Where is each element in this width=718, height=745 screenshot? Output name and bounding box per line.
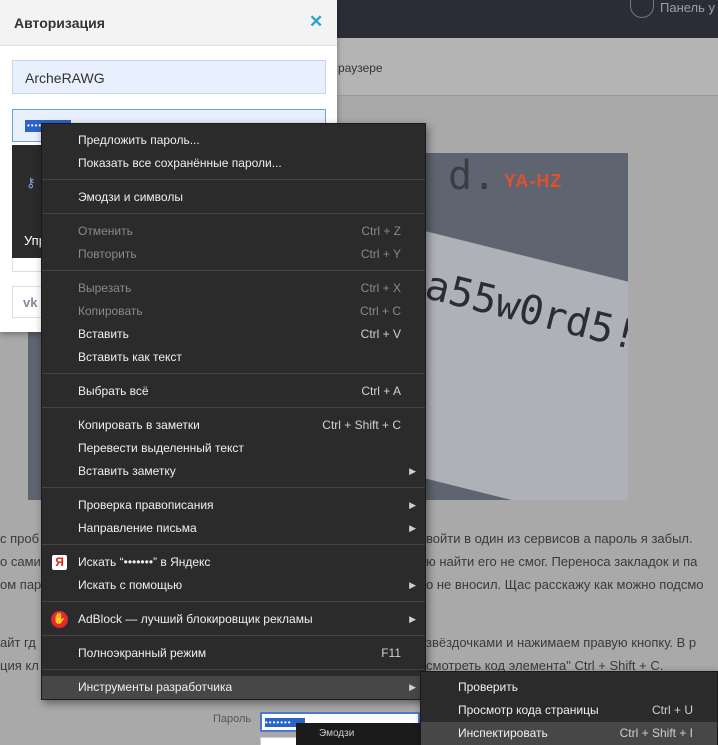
submenu-arrow-icon: ▶ [409,580,416,590]
menu-item-label: Вставить как текст [78,350,182,364]
menu-item-shortcut: Ctrl + X [360,281,401,295]
emoji-tooltip: Эмодзи [296,723,426,745]
menu-item-shortcut: Ctrl + Y [360,247,401,261]
panel-link[interactable]: Панель у [660,0,715,15]
menu-item-label: Выбрать всё [78,384,149,398]
dialog-title: Авторизация [14,15,105,31]
paragraph-right: о не вносил. Щас расскажу как можно подс… [426,577,704,592]
dev-tools-submenu: Проверить Просмотр кода страницы Ctrl + U… [420,671,718,745]
menu-item-label: Искать “•••••••” в Яндекс [78,555,211,569]
menu-item-label: Вырезать [78,281,132,295]
menu-item-paste-as-text[interactable]: Вставить как текст [42,346,425,369]
menu-item-dev-tools[interactable]: Инструменты разработчика ▶ [42,676,425,699]
menu-item-label: Отменить [78,224,133,238]
menu-item-writing-direction[interactable]: Направление письма ▶ [42,517,425,540]
menu-divider [42,544,425,545]
menu-item-undo[interactable]: Отменить Ctrl + Z [42,220,425,243]
submenu-item-inspect-check[interactable]: Проверить [421,676,717,699]
image-partial-text: d. [448,153,497,199]
emoji-tooltip-label: Эмодзи [319,728,355,739]
menu-item-shortcut: Ctrl + Z [361,224,401,238]
menu-item-emoji[interactable]: Эмодзи и символы [42,186,425,209]
menu-item-label: Инструменты разработчика [78,680,233,694]
menu-item-label: Эмодзи и символы [78,190,183,204]
menu-item-label: Копировать [78,304,143,318]
menu-item-suggest-password[interactable]: Предложить пароль... [42,129,425,152]
menu-item-label: Повторить [78,247,137,261]
menu-item-label: Направление письма [78,521,197,535]
menu-item-translate[interactable]: Перевести выделенный текст [42,437,425,460]
menu-item-spellcheck[interactable]: Проверка правописания ▶ [42,494,425,517]
menu-item-label: Перевести выделенный текст [78,441,244,455]
menu-item-redo[interactable]: Повторить Ctrl + Y [42,243,425,266]
menu-divider [42,213,425,214]
menu-item-label: Предложить пароль... [78,133,200,147]
close-icon[interactable]: ✕ [309,12,323,32]
paragraph-left: ом пар [0,577,42,592]
submenu-item-label: Инспектировать [458,726,548,740]
paragraph-left: с проб [0,531,40,546]
image-watermark: YA-HZ [504,171,563,191]
menu-item-copy[interactable]: Копировать Ctrl + C [42,300,425,323]
login-input[interactable]: ArcheRAWG [12,60,326,94]
submenu-item-label: Проверить [458,680,519,694]
menu-item-insert-note[interactable]: Вставить заметку ▶ [42,460,425,483]
vk-login-button[interactable]: vk [12,286,42,318]
menu-item-shortcut: Ctrl + V [360,327,401,341]
submenu-arrow-icon: ▶ [409,500,416,510]
menu-item-label: Полноэкранный режим [78,646,207,660]
yandex-icon: Я [52,555,67,570]
submenu-item-view-source[interactable]: Просмотр кода страницы Ctrl + U [421,699,717,722]
menu-item-show-saved-passwords[interactable]: Показать все сохранённые пароли... [42,152,425,175]
menu-item-copy-to-notes[interactable]: Копировать в заметки Ctrl + Shift + C [42,414,425,437]
menu-item-search-with[interactable]: Искать с помощью ▶ [42,574,425,597]
paragraph-left: ция кл [0,658,39,673]
menu-divider [42,373,425,374]
menu-divider [42,270,425,271]
menu-item-label: Вставить [78,327,129,341]
paragraph-right: ю найти его не смог. Переноса закладок и… [426,554,698,569]
menu-item-paste[interactable]: Вставить Ctrl + V [42,323,425,346]
menu-divider [42,669,425,670]
menu-item-label: Вставить заметку [78,464,176,478]
adblock-icon: ✋ [51,611,68,628]
submenu-arrow-icon: ▶ [409,523,416,533]
menu-item-adblock[interactable]: ✋ AdBlock — лучший блокировщик рекламы ▶ [42,608,425,631]
menu-divider [42,487,425,488]
example-password-label: Пароль [213,713,252,725]
menu-item-shortcut: Ctrl + C [359,304,401,318]
submenu-item-shortcut: Ctrl + Shift + I [619,726,693,740]
menu-divider [42,407,425,408]
submenu-arrow-icon: ▶ [409,682,416,692]
menu-item-select-all[interactable]: Выбрать всё Ctrl + A [42,380,425,403]
menu-item-label: Проверка правописания [78,498,214,512]
menu-item-shortcut: Ctrl + A [361,384,401,398]
menu-item-shortcut: Ctrl + Shift + C [322,418,401,432]
menu-item-label: Искать с помощью [78,578,183,592]
menu-item-label: AdBlock — лучший блокировщик рекламы [78,612,313,626]
menu-divider [42,601,425,602]
submenu-arrow-icon: ▶ [409,466,416,476]
paragraph-left: о сами [0,554,41,569]
menu-item-search-yandex[interactable]: Я Искать “•••••••” в Яндекс [42,551,425,574]
submenu-item-shortcut: Ctrl + U [651,703,693,717]
menu-item-cut[interactable]: Вырезать Ctrl + X [42,277,425,300]
submenu-item-label: Просмотр кода страницы [458,703,599,717]
key-icon: ⚷ [26,175,36,190]
menu-item-label: Копировать в заметки [78,418,200,432]
context-menu: Предложить пароль... Показать все сохран… [41,123,426,700]
submenu-item-inspect[interactable]: Инспектировать Ctrl + Shift + I [421,722,717,745]
menu-item-fullscreen[interactable]: Полноэкранный режим F11 [42,642,425,665]
menu-item-label: Показать все сохранённые пароли... [78,156,282,170]
breadcrumb-text: раузере [338,61,383,75]
user-icon[interactable] [630,0,654,18]
menu-divider [42,635,425,636]
paragraph-right: войти в один из сервисов а пароль я забы… [426,531,693,546]
submenu-arrow-icon: ▶ [409,614,416,624]
menu-divider [42,179,425,180]
paragraph-left: айт гд [0,635,36,650]
menu-item-shortcut: F11 [381,646,401,660]
paragraph-right: звёздочками и нажимаем правую кнопку. В … [426,635,697,650]
dialog-header: Авторизация ✕ [0,0,337,46]
